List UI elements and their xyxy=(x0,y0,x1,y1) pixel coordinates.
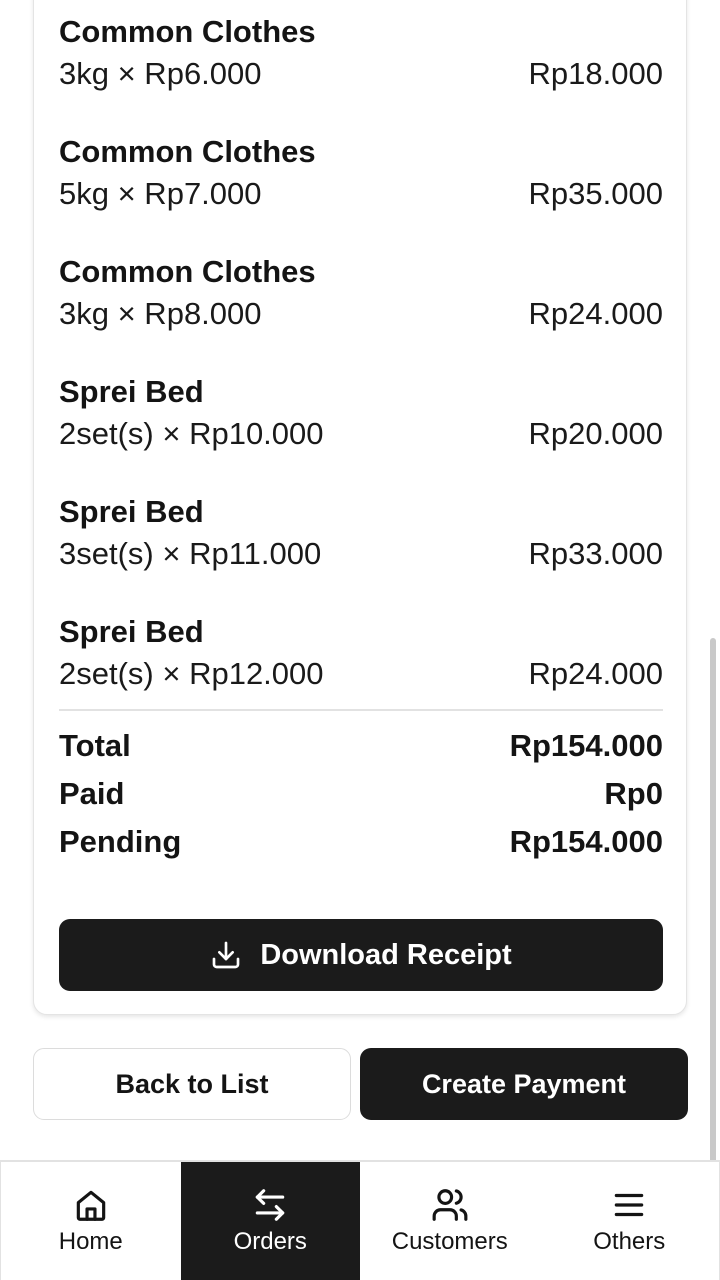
item-line: 3kg × Rp8.000 Rp24.000 xyxy=(59,289,663,339)
users-icon xyxy=(432,1189,468,1221)
item-subtotal: Rp24.000 xyxy=(528,656,663,691)
item-qty-price: 3kg × Rp8.000 xyxy=(59,296,262,331)
home-icon xyxy=(76,1190,105,1221)
item-name: Common Clothes xyxy=(59,134,316,169)
nav-item-orders[interactable]: Orders xyxy=(180,1162,360,1280)
item-line: 2set(s) × Rp10.000 Rp20.000 xyxy=(59,409,663,459)
create-payment-button[interactable]: Create Payment xyxy=(360,1048,688,1120)
back-to-list-button[interactable]: Back to List xyxy=(33,1048,351,1120)
nav-label-others: Others xyxy=(593,1228,666,1255)
item-qty-price: 5kg × Rp7.000 xyxy=(59,176,262,211)
total-label: Total xyxy=(59,728,131,763)
list-item: Sprei Bed 2set(s) × Rp10.000 Rp20.000 xyxy=(59,361,663,481)
pending-value: Rp154.000 xyxy=(509,824,663,859)
arrows-left-right-icon xyxy=(255,1189,285,1221)
item-name: Common Clothes xyxy=(59,14,316,49)
total-value: Rp154.000 xyxy=(509,728,663,763)
item-subtotal: Rp24.000 xyxy=(528,296,663,331)
item-subtotal: Rp18.000 xyxy=(528,56,663,91)
list-item: Sprei Bed 2set(s) × Rp12.000 Rp24.000 xyxy=(59,601,663,721)
menu-icon xyxy=(615,1193,644,1217)
list-item: Sprei Bed 3set(s) × Rp11.000 Rp33.000 xyxy=(59,481,663,601)
item-name: Sprei Bed xyxy=(59,494,204,529)
item-line: 3set(s) × Rp11.000 Rp33.000 xyxy=(59,529,663,579)
pending-label: Pending xyxy=(59,824,182,859)
item-qty-price: 2set(s) × Rp12.000 xyxy=(59,656,324,691)
create-payment-label: Create Payment xyxy=(421,1068,627,1099)
paid-row: Paid Rp0 xyxy=(59,770,663,818)
summary-divider xyxy=(59,709,663,711)
nav-item-home[interactable]: Home xyxy=(1,1162,181,1280)
item-subtotal: Rp35.000 xyxy=(528,176,663,211)
paid-label: Paid xyxy=(59,776,125,811)
item-qty-price: 3kg × Rp6.000 xyxy=(59,56,262,91)
item-subtotal: Rp33.000 xyxy=(528,536,663,571)
nav-label-orders: Orders xyxy=(233,1228,307,1255)
item-subtotal: Rp20.000 xyxy=(528,416,663,451)
item-qty-price: 2set(s) × Rp10.000 xyxy=(59,416,324,451)
item-name: Sprei Bed xyxy=(59,374,204,409)
download-icon xyxy=(212,941,240,969)
list-item: Common Clothes 3kg × Rp6.000 Rp18.000 xyxy=(59,1,663,121)
nav-item-customers[interactable]: Customers xyxy=(360,1162,540,1280)
total-row: Total Rp154.000 xyxy=(59,722,663,770)
item-line: 5kg × Rp7.000 Rp35.000 xyxy=(59,169,663,219)
payment-summary: Total Rp154.000 Paid Rp0 Pending Rp154.0… xyxy=(59,722,663,866)
order-items-list: Common Clothes 3kg × Rp6.000 Rp18.000 Co… xyxy=(59,1,663,721)
download-receipt-label: Download Receipt xyxy=(260,938,512,971)
download-receipt-button[interactable]: Download Receipt xyxy=(59,919,663,991)
item-line: 3kg × Rp6.000 Rp18.000 xyxy=(59,49,663,99)
nav-label-customers: Customers xyxy=(391,1228,508,1255)
nav-label-home: Home xyxy=(58,1228,123,1255)
list-item: Common Clothes 5kg × Rp7.000 Rp35.000 xyxy=(59,121,663,241)
item-qty-price: 3set(s) × Rp11.000 xyxy=(59,536,322,571)
receipt-card: Common Clothes 3kg × Rp6.000 Rp18.000 Co… xyxy=(33,0,687,1015)
item-name: Common Clothes xyxy=(59,254,316,289)
nav-item-others[interactable]: Others xyxy=(540,1162,720,1280)
item-line: 2set(s) × Rp12.000 Rp24.000 xyxy=(59,649,663,699)
back-to-list-label: Back to List xyxy=(115,1068,269,1099)
list-item: Common Clothes 3kg × Rp8.000 Rp24.000 xyxy=(59,241,663,361)
item-name: Sprei Bed xyxy=(59,614,204,649)
paid-value: Rp0 xyxy=(604,776,663,811)
bottom-navigation: Home Orders Customers Others xyxy=(0,1160,720,1280)
pending-row: Pending Rp154.000 xyxy=(59,818,663,866)
